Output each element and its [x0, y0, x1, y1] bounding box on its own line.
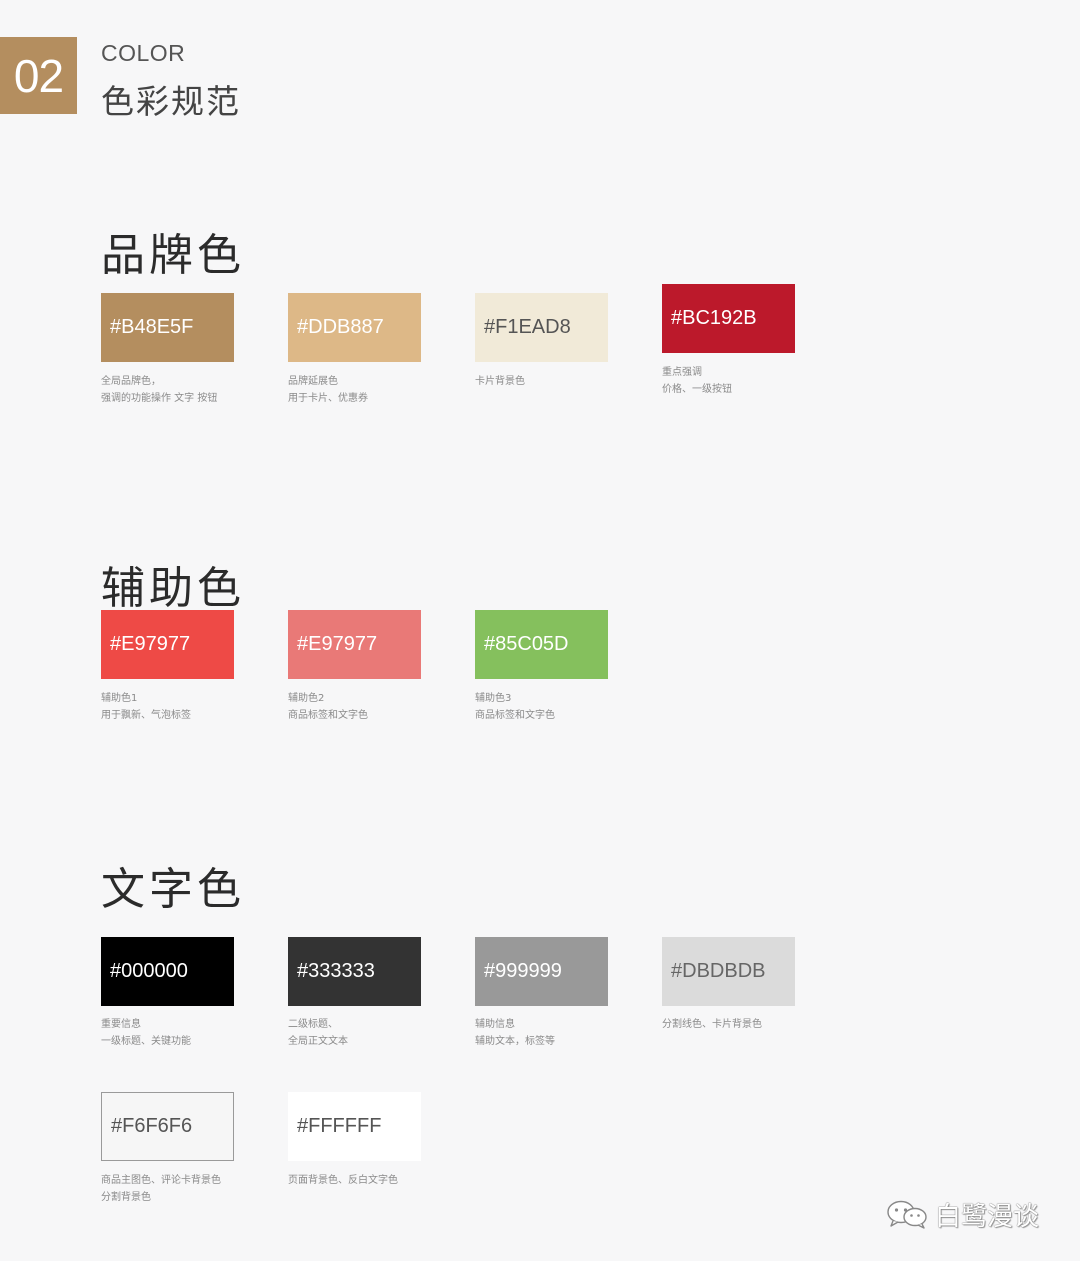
desc-line: 卡片背景色 [475, 376, 525, 387]
swatch-hex: #DBDBDB [671, 960, 766, 982]
swatch-hex: #DDB887 [297, 316, 384, 338]
watermark-text: 白鹭漫谈 [935, 1201, 1040, 1232]
desc-line: 辅助色3 [475, 693, 512, 704]
desc-line: 分割背景色 [101, 1192, 151, 1203]
desc-line: 强调的功能操作 文字 按钮 [101, 393, 218, 404]
desc-line: 页面背景色、反白文字色 [288, 1175, 398, 1186]
swatch-hex: #F6F6F6 [111, 1115, 193, 1137]
header-title-en: COLOR [101, 40, 186, 66]
desc-line: 辅助文本，标签等 [475, 1036, 555, 1047]
desc-line: 一级标题、关键功能 [101, 1036, 191, 1047]
section-title-brand: 品牌色 [101, 230, 245, 281]
swatch-hex: #000000 [110, 960, 188, 982]
swatch-hex: #F1EAD8 [484, 316, 571, 338]
color-swatch-auxiliary-2: #E97977 [288, 610, 421, 679]
color-swatch-ddb887: #DDB887 [288, 293, 421, 362]
swatch-description: 品牌延展色用于卡片、优惠券 [288, 373, 368, 407]
swatch-description: 商品主图色、评论卡背景色 分割背景色 [101, 1172, 221, 1206]
swatch-hex: #B48E5F [110, 316, 194, 338]
swatch-hex: #E97977 [297, 633, 378, 655]
swatch-description: 重点强调价格、一级按钮 [662, 364, 732, 398]
color-swatch-f6f6f6: #F6F6F6 [101, 1092, 234, 1161]
color-swatch-bc192b: #BC192B [662, 284, 795, 353]
desc-line: 品牌延展色 [288, 376, 338, 387]
desc-line: 用于卡片、优惠券 [288, 393, 368, 404]
color-swatch-auxiliary-1: #E97977 [101, 610, 234, 679]
color-swatch-dbdbdb: #DBDBDB [662, 937, 795, 1006]
desc-line: 商品主图色、评论卡背景色 [101, 1175, 221, 1186]
swatch-hex: #85C05D [484, 633, 569, 655]
color-swatch-auxiliary-3: #85C05D [475, 610, 608, 679]
swatch-description: 辅助色3 商品标签和文字色 [475, 690, 555, 724]
desc-line: 重点强调 [662, 367, 702, 378]
color-swatch-333333: #333333 [288, 937, 421, 1006]
desc-line: 二级标题、 [288, 1019, 338, 1030]
wechat-icon [887, 1200, 927, 1229]
swatch-description: 全局品牌色， 强调的功能操作 文字 按钮 [101, 373, 217, 407]
color-swatch-f1ead8: #F1EAD8 [475, 293, 608, 362]
section-number-badge: 02 [0, 37, 77, 114]
color-swatch-b48e5f: #B48E5F [101, 293, 234, 362]
color-swatch-ffffff: #FFFFFF [288, 1092, 421, 1161]
desc-line: 用于飘新、气泡标签 [101, 710, 191, 721]
header-title-cn: 色彩规范 [101, 82, 241, 121]
desc-line: 辅助信息 [475, 1019, 515, 1030]
swatch-hex: #999999 [484, 960, 562, 982]
desc-line: 全局品牌色， [101, 376, 161, 387]
color-swatch-999999: #999999 [475, 937, 608, 1006]
swatch-hex: #BC192B [671, 307, 757, 329]
swatch-description: 辅助色1 用于飘新、气泡标签 [101, 690, 191, 724]
desc-line: 价格、一级按钮 [662, 384, 732, 395]
swatch-description: 卡片背景色 [475, 373, 525, 390]
desc-line: 辅助色1 [101, 693, 138, 704]
desc-line: 重要信息 [101, 1019, 141, 1030]
watermark: 白鹭漫谈 [885, 1197, 1040, 1232]
color-swatch-000000: #000000 [101, 937, 234, 1006]
desc-line: 商品标签和文字色 [288, 710, 368, 721]
desc-line: 商品标签和文字色 [475, 710, 555, 721]
desc-line: 全局正文文本 [288, 1036, 348, 1047]
desc-line: 分割线色、卡片背景色 [662, 1019, 762, 1030]
section-title-text-colors: 文字色 [101, 864, 245, 915]
swatch-description: 二级标题、全局正文文本 [288, 1016, 348, 1050]
section-title-auxiliary: 辅助色 [101, 563, 245, 614]
swatch-hex: #333333 [297, 960, 375, 982]
swatch-description: 重要信息一级标题、关键功能 [101, 1016, 191, 1050]
desc-line: 辅助色2 [288, 693, 325, 704]
swatch-description: 分割线色、卡片背景色 [662, 1016, 762, 1033]
swatch-hex: #FFFFFF [297, 1115, 382, 1137]
swatch-description: 辅助信息辅助文本，标签等 [475, 1016, 555, 1050]
swatch-description: 页面背景色、反白文字色 [288, 1172, 398, 1189]
swatch-hex: #E97977 [110, 633, 191, 655]
swatch-description: 辅助色2 商品标签和文字色 [288, 690, 368, 724]
